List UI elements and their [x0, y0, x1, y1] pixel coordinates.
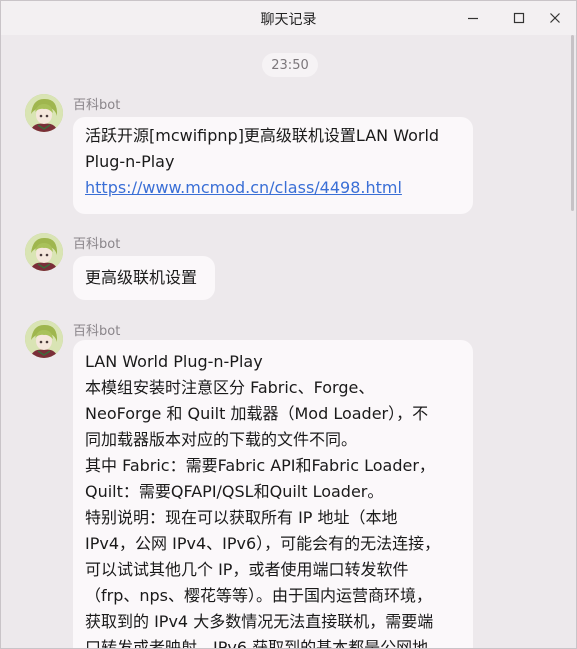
sender-name: 百科bot: [73, 237, 121, 252]
sender-name: 百科bot: [73, 324, 121, 339]
scrollbar-thumb[interactable]: [571, 35, 574, 211]
anime-character-avatar-icon: [25, 233, 63, 271]
message-line: 本模组安装时注意区分 Fabric、Forge、: [85, 378, 375, 397]
message-line: Quilt：需要QFAPI/QSL和Quilt Loader。: [85, 482, 384, 501]
message-bubble[interactable]: 更高级联机设置: [73, 256, 215, 300]
message-line: 口转发或者映射，IPv6 获取到的基本都是公网地: [85, 638, 429, 648]
message-line: （frp、nps、樱花等等）。由于国内运营商环境，: [85, 586, 433, 605]
avatar[interactable]: [25, 94, 63, 132]
message-line: 其中 Fabric：需要Fabric API和Fabric Loader，: [85, 456, 435, 475]
anime-character-avatar-icon: [25, 94, 63, 132]
message-line: 特别说明：现在可以获取所有 IP 地址（本地: [85, 508, 398, 527]
maximize-icon: [513, 12, 525, 24]
minimize-button[interactable]: [450, 1, 496, 35]
close-button[interactable]: [532, 1, 576, 35]
message-line: 获取到的 IPv4 大多数情况无法直接联机，需要端: [85, 612, 434, 631]
avatar[interactable]: [25, 233, 63, 271]
message-bubble[interactable]: 活跃开源[mcwifipnp]更高级联机设置LAN World Plug-n-P…: [73, 117, 473, 214]
message-line: LAN World Plug-n-Play: [85, 352, 263, 371]
message-line: 活跃开源[mcwifipnp]更高级联机设置LAN World: [85, 126, 440, 145]
chat-history-window: 聊天记录 23:50 百科bot 活跃开源[mcwifipnp]更高级联机设置L…: [0, 0, 577, 649]
title-bar[interactable]: 聊天记录: [1, 1, 576, 35]
scrollbar[interactable]: [569, 35, 576, 648]
minimize-icon: [468, 17, 478, 20]
chat-area[interactable]: 23:50 百科bot 活跃开源[mcwifipnp]更高级联机设置LAN Wo…: [1, 35, 571, 648]
anime-character-avatar-icon: [25, 320, 63, 358]
message-line: 同加载器版本对应的下载的文件不同。: [85, 430, 358, 449]
avatar[interactable]: [25, 320, 63, 358]
sender-name: 百科bot: [73, 98, 121, 113]
message-line: NeoForge 和 Quilt 加载器（Mod Loader），不: [85, 404, 429, 423]
message-bubble[interactable]: LAN World Plug-n-Play 本模组安装时注意区分 Fabric、…: [73, 340, 473, 648]
message-line: IPv4，公网 IPv4、IPv6），可能会有的无法连接，: [85, 534, 441, 553]
message-line: 可以试试其他几个 IP，或者使用端口转发软件: [85, 560, 409, 579]
message-link[interactable]: https://www.mcmod.cn/class/4498.html: [85, 175, 461, 201]
close-icon: [550, 13, 560, 23]
timestamp-pill: 23:50: [262, 53, 318, 77]
message-line: Plug-n-Play: [85, 152, 175, 171]
message-line: 更高级联机设置: [85, 268, 198, 287]
